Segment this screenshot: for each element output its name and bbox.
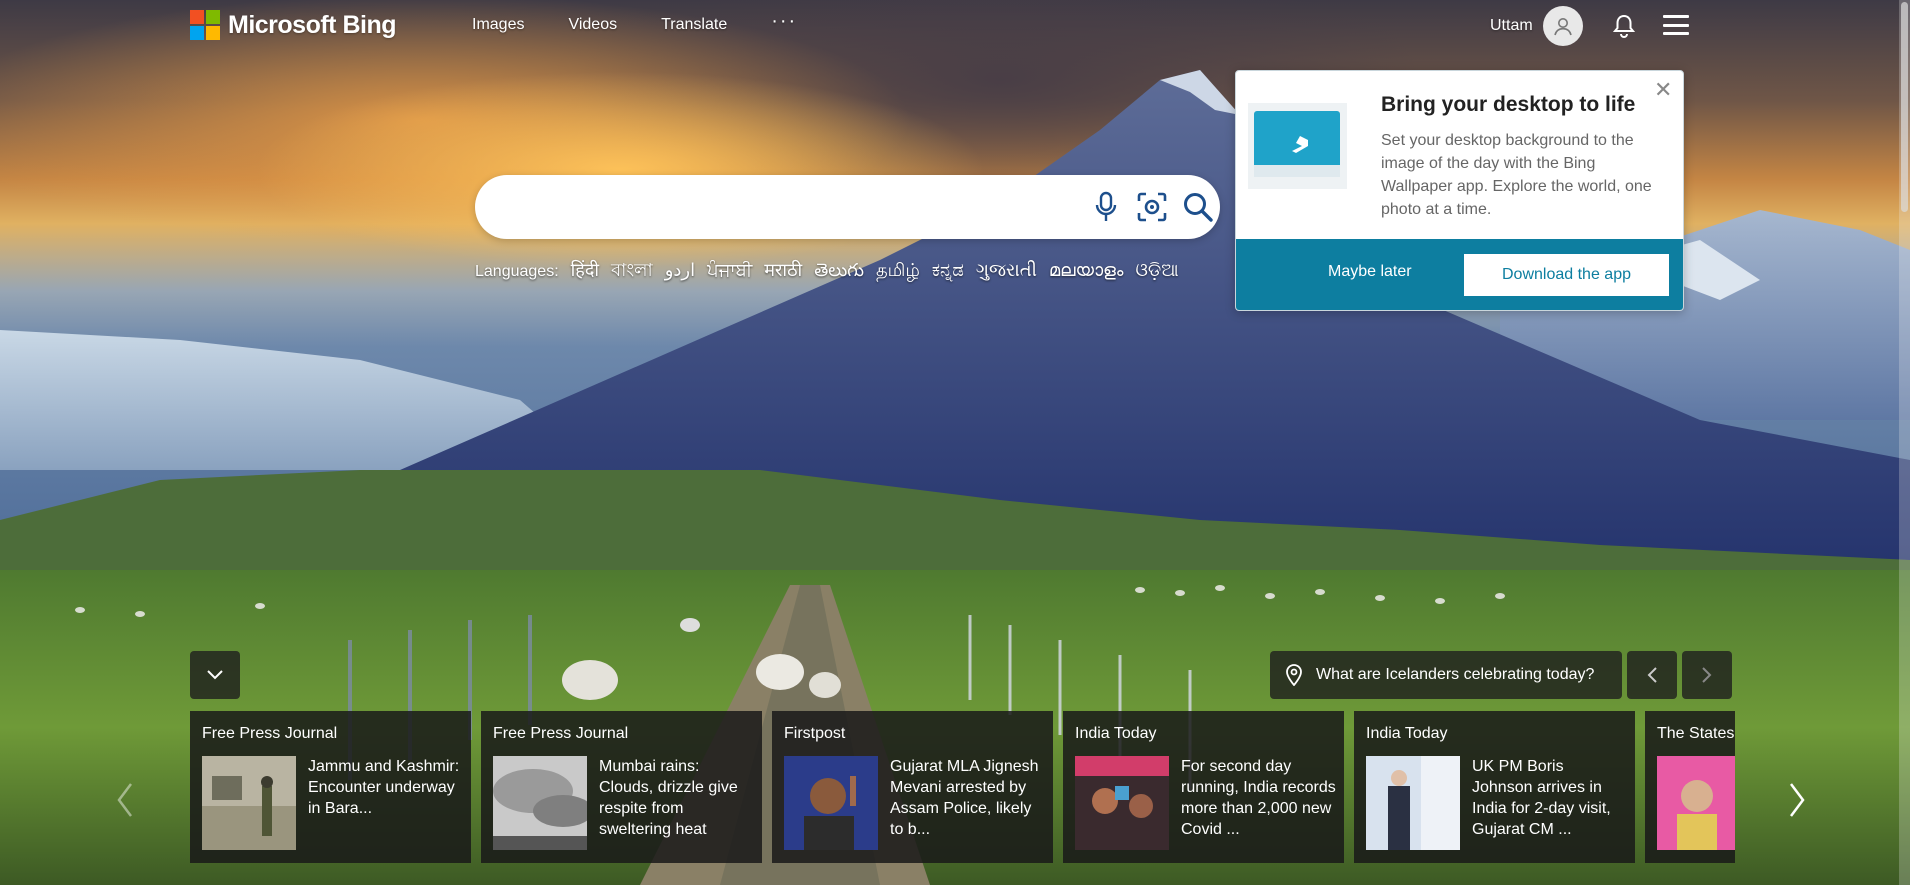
language-link-telugu[interactable]: తెలుగు bbox=[814, 260, 864, 285]
next-image-button[interactable] bbox=[1682, 651, 1732, 699]
user-account[interactable]: Uttam bbox=[1490, 6, 1583, 46]
nav-more-button[interactable]: ··· bbox=[771, 10, 797, 34]
chevron-left-icon bbox=[1647, 667, 1657, 683]
image-trivia-button[interactable]: What are Icelanders celebrating today? bbox=[1270, 651, 1622, 699]
news-prev-button[interactable] bbox=[110, 775, 140, 825]
news-headline: Gujarat MLA Jignesh Mevani arrested by A… bbox=[890, 758, 1039, 838]
menu-icon[interactable] bbox=[1662, 13, 1690, 37]
news-thumbnail bbox=[202, 756, 296, 850]
chevron-left-icon bbox=[117, 783, 132, 817]
news-card[interactable]: India Today For second day running, Indi… bbox=[1063, 711, 1344, 863]
nav-translate[interactable]: Translate bbox=[661, 16, 727, 34]
news-thumbnail bbox=[493, 756, 587, 850]
nav-images[interactable]: Images bbox=[472, 16, 524, 34]
visual-search-icon[interactable] bbox=[1136, 191, 1168, 223]
news-card[interactable]: The Statesman bbox=[1645, 711, 1735, 863]
news-source: The Statesman bbox=[1657, 725, 1735, 742]
search-icon[interactable] bbox=[1182, 191, 1214, 223]
news-headline: For second day running, India records mo… bbox=[1181, 758, 1336, 838]
news-source: India Today bbox=[1075, 725, 1157, 742]
language-link-marathi[interactable]: मराठी bbox=[764, 258, 802, 282]
popup-body: Set your desktop background to the image… bbox=[1381, 132, 1652, 218]
news-thumbnail bbox=[1366, 756, 1460, 850]
popup-title: Bring your desktop to life bbox=[1381, 93, 1636, 116]
news-headline: UK PM Boris Johnson arrives in India for… bbox=[1472, 758, 1611, 838]
nav-videos[interactable]: Videos bbox=[568, 16, 617, 34]
language-link-malayalam[interactable]: മലയാളം bbox=[1049, 260, 1124, 281]
search-input[interactable] bbox=[503, 187, 1043, 227]
news-source: Free Press Journal bbox=[493, 725, 629, 742]
chevron-down-icon[interactable] bbox=[190, 651, 240, 699]
language-link-gujarati[interactable]: ગુજરાતી bbox=[976, 260, 1037, 281]
news-source: Free Press Journal bbox=[202, 725, 338, 742]
news-card[interactable]: Free Press Journal Mumbai rains: Clouds,… bbox=[481, 711, 762, 863]
top-nav: Images Videos Translate ··· bbox=[472, 10, 841, 34]
bing-app-logo bbox=[1248, 103, 1347, 189]
download-app-button[interactable]: Download the app bbox=[1464, 254, 1669, 296]
page-scrollbar[interactable] bbox=[1899, 0, 1910, 885]
news-headline: Mumbai rains: Clouds, drizzle give respi… bbox=[599, 758, 738, 838]
microsoft-logo-icon bbox=[190, 10, 220, 40]
brand-name: Microsoft Bing bbox=[228, 10, 397, 39]
news-next-button[interactable] bbox=[1782, 775, 1812, 825]
popup-footer: Maybe later Download the app bbox=[1236, 239, 1683, 310]
maybe-later-button[interactable]: Maybe later bbox=[1328, 263, 1412, 281]
news-card[interactable]: India Today UK PM Boris Johnson arrives … bbox=[1354, 711, 1635, 863]
news-headline: Jammu and Kashmir: Encounter underway in… bbox=[308, 758, 460, 817]
language-link-hindi[interactable]: हिंदी bbox=[571, 258, 599, 282]
search-box bbox=[475, 175, 1220, 239]
language-link-urdu[interactable]: اردو bbox=[665, 260, 695, 281]
news-thumbnail bbox=[784, 756, 878, 850]
user-icon[interactable] bbox=[1542, 6, 1583, 46]
language-link-punjabi[interactable]: ਪੰਜਾਬੀ bbox=[707, 260, 752, 281]
header: Microsoft Bing Images Videos Translate ·… bbox=[0, 0, 1910, 56]
language-link-tamil[interactable]: தமிழ் bbox=[876, 260, 920, 283]
user-name: Uttam bbox=[1490, 17, 1533, 34]
location-pin-icon bbox=[1286, 664, 1302, 686]
news-thumbnail bbox=[1075, 756, 1169, 850]
news-source: India Today bbox=[1366, 725, 1448, 742]
language-link-kannada[interactable]: ಕನ್ನಡ bbox=[932, 260, 964, 281]
languages-label: Languages: bbox=[475, 263, 559, 280]
languages-bar: Languages: हिंदी বাংলা اردو ਪੰਜਾਬੀ मराठी… bbox=[475, 256, 1179, 287]
news-card[interactable]: Free Press Journal Jammu and Kashmir: En… bbox=[190, 711, 471, 863]
bing-logo[interactable]: Microsoft Bing bbox=[190, 10, 397, 40]
trivia-text: What are Icelanders celebrating today? bbox=[1316, 666, 1595, 683]
language-link-bangla[interactable]: বাংলা bbox=[611, 256, 653, 287]
wallpaper-app-popup: Bring your desktop to life Set your desk… bbox=[1235, 70, 1684, 311]
news-carousel: Free Press Journal Jammu and Kashmir: En… bbox=[190, 711, 1735, 863]
previous-image-button[interactable] bbox=[1627, 651, 1677, 699]
microphone-icon[interactable] bbox=[1090, 191, 1122, 223]
news-thumbnail bbox=[1657, 756, 1735, 850]
bell-icon[interactable] bbox=[1610, 12, 1638, 40]
news-card[interactable]: Firstpost Gujarat MLA Jignesh Mevani arr… bbox=[772, 711, 1053, 863]
close-icon[interactable]: ✕ bbox=[1654, 79, 1672, 101]
chevron-right-icon bbox=[1790, 783, 1805, 817]
language-link-odia[interactable]: ଓଡ଼ିଆ bbox=[1135, 260, 1178, 281]
news-source: Firstpost bbox=[784, 725, 846, 742]
chevron-right-icon bbox=[1702, 667, 1712, 683]
